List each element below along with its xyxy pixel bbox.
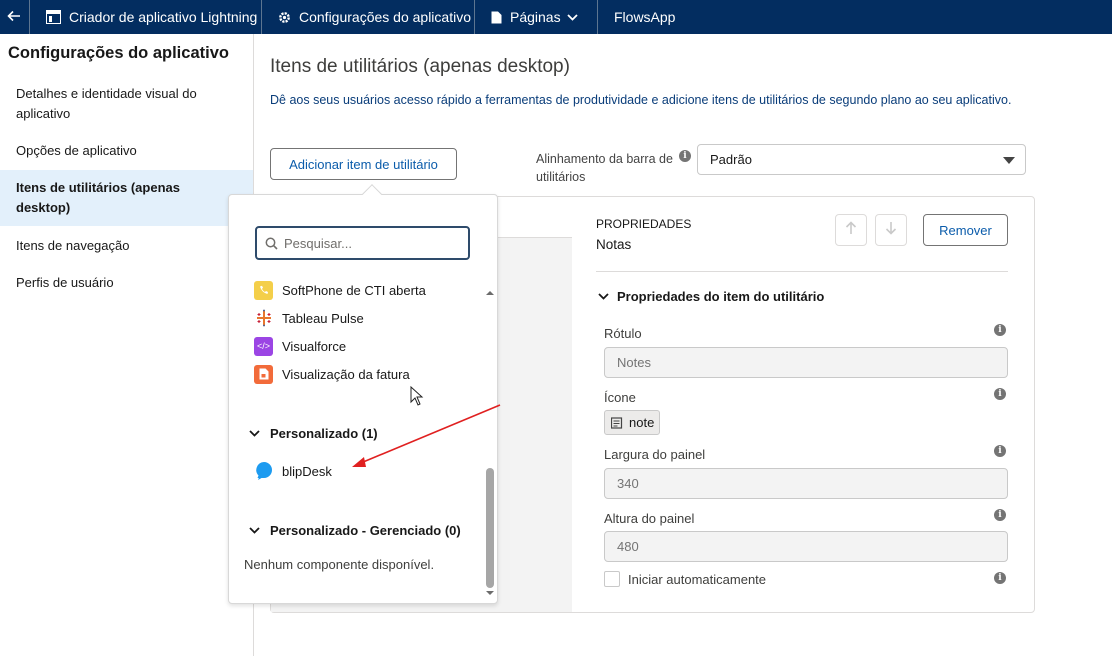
red-arrow-annotation [352,404,501,467]
mouse-cursor-icon [410,385,424,406]
annotation-overlay [352,385,501,467]
